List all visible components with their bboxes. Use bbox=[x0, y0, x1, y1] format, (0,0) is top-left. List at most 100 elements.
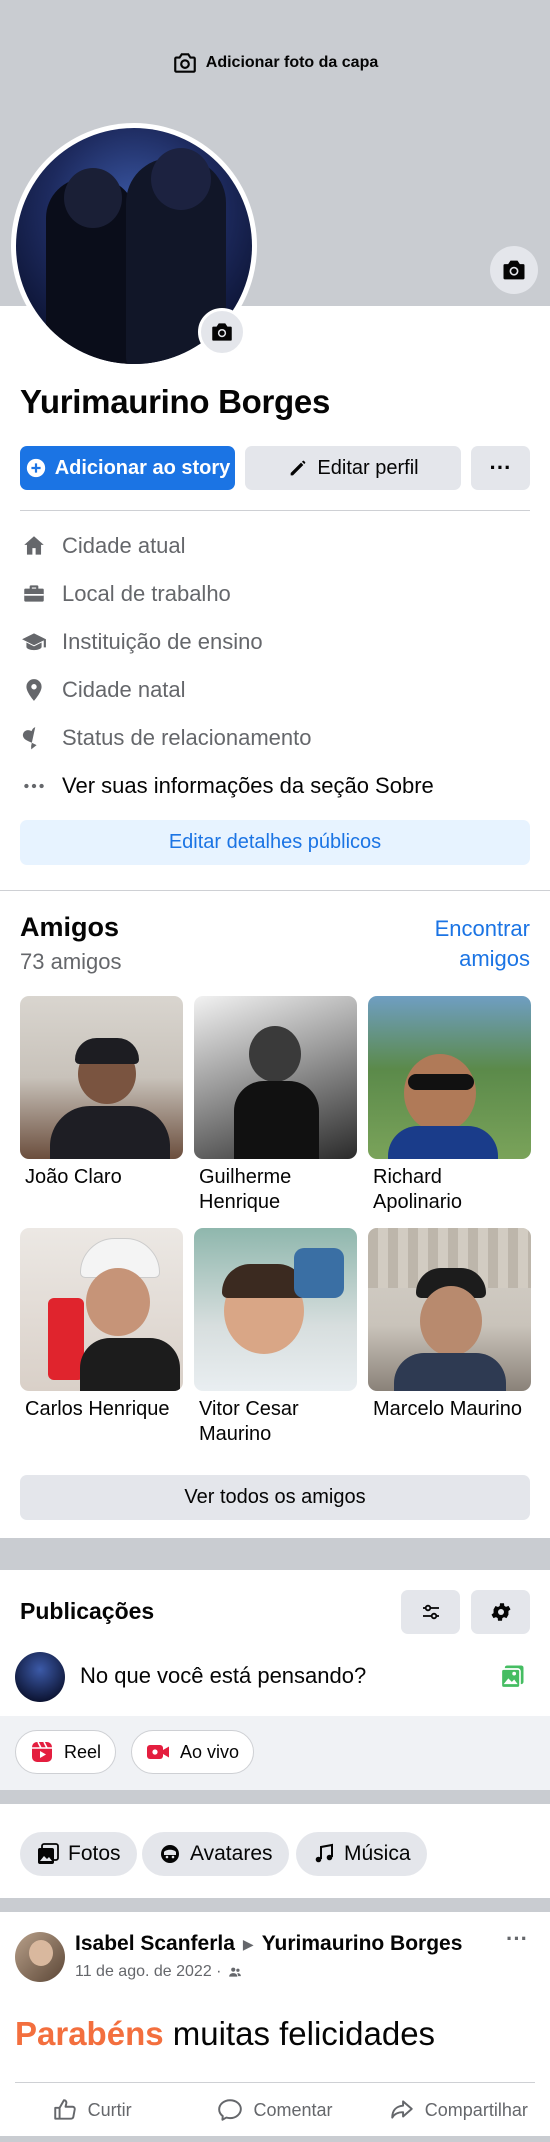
detail-hometown[interactable]: Cidade natal bbox=[20, 666, 530, 714]
comment-label: Comentar bbox=[253, 2099, 333, 2120]
share-button[interactable]: Compartilhar bbox=[367, 2090, 550, 2130]
detail-label: Cidade atual bbox=[62, 533, 186, 558]
photos-chip[interactable]: Fotos bbox=[20, 1832, 137, 1876]
home-icon bbox=[20, 532, 48, 560]
briefcase-icon bbox=[20, 580, 48, 608]
filter-button[interactable] bbox=[401, 1590, 460, 1634]
post-text-body: muitas felicidades bbox=[163, 2015, 436, 2052]
add-to-story-button[interactable]: Adicionar ao story bbox=[20, 446, 235, 490]
comment-button[interactable]: Comentar bbox=[183, 2090, 366, 2130]
section-separator bbox=[0, 1538, 550, 1570]
like-button[interactable]: Curtir bbox=[0, 2090, 183, 2130]
friend-name: Guilherme Henrique bbox=[199, 1166, 292, 1213]
post-target[interactable]: Yurimaurino Borges bbox=[262, 1932, 463, 1956]
divider bbox=[15, 2082, 535, 2083]
add-cover-photo-button[interactable]: Adicionar foto da capa bbox=[0, 50, 550, 76]
friends-count: 73 amigos bbox=[20, 949, 122, 974]
live-label: Ao vivo bbox=[180, 1741, 240, 1762]
comment-icon bbox=[218, 2099, 243, 2121]
friend-card[interactable]: Richard Apolinario bbox=[368, 996, 531, 1215]
photos-chip-label: Fotos bbox=[68, 1842, 121, 1865]
see-all-friends-label: Ver todos os amigos bbox=[184, 1486, 366, 1508]
photo-gallery-icon[interactable] bbox=[499, 1662, 527, 1690]
music-chip[interactable]: Música bbox=[296, 1832, 427, 1876]
friend-card[interactable]: Marcelo Maurino bbox=[368, 1228, 531, 1422]
edit-public-details-label: Editar detalhes públicos bbox=[168, 831, 382, 853]
graduation-cap-icon bbox=[20, 628, 48, 656]
avatars-chip[interactable]: Avatares bbox=[142, 1832, 289, 1876]
friends-audience-icon bbox=[228, 1967, 241, 1977]
avatar-face-icon bbox=[161, 1845, 179, 1863]
friend-card[interactable]: Vitor Cesar Maurino bbox=[194, 1228, 357, 1447]
profile-picture-camera-button[interactable] bbox=[198, 308, 246, 356]
post-text: Parabéns muitas felicidades bbox=[15, 2015, 435, 2053]
friend-photo bbox=[368, 1228, 531, 1391]
post-more-button[interactable]: ··· bbox=[506, 1926, 528, 1952]
detail-see-about[interactable]: Ver suas informações da seção Sobre bbox=[20, 762, 530, 810]
publications-title: Publicações bbox=[20, 1598, 155, 1624]
post-text-highlight: Parabéns bbox=[15, 2015, 164, 2052]
thumbs-up-icon bbox=[53, 2099, 76, 2120]
friend-name: Marcelo Maurino bbox=[373, 1398, 522, 1420]
detail-relationship[interactable]: Status de relacionamento bbox=[20, 714, 530, 762]
post-meta: 11 de ago. de 2022 · bbox=[75, 1963, 242, 1981]
post-author-avatar[interactable] bbox=[15, 1932, 65, 1982]
friend-card[interactable]: Guilherme Henrique bbox=[194, 996, 357, 1215]
friend-card[interactable]: João Claro bbox=[20, 996, 183, 1190]
music-chip-label: Música bbox=[344, 1842, 411, 1865]
composer-input[interactable]: No que você está pensando? bbox=[80, 1663, 366, 1689]
avatars-chip-label: Avatares bbox=[190, 1842, 273, 1865]
camera-icon bbox=[212, 323, 232, 341]
friend-photo bbox=[194, 996, 357, 1159]
profile-details-list: Cidade atual Local de trabalho Instituiç… bbox=[20, 522, 530, 810]
live-video-icon bbox=[147, 1745, 169, 1759]
post-header: Isabel Scanferla ▶ Yurimaurino Borges bbox=[75, 1932, 462, 1956]
camera-icon bbox=[503, 260, 525, 280]
see-all-friends-button[interactable]: Ver todos os amigos bbox=[20, 1475, 530, 1520]
composer-avatar[interactable] bbox=[15, 1652, 65, 1702]
settings-button[interactable] bbox=[471, 1590, 530, 1634]
divider bbox=[20, 510, 530, 511]
detail-label: Cidade natal bbox=[62, 677, 186, 702]
detail-current-city[interactable]: Cidade atual bbox=[20, 522, 530, 570]
image-icon bbox=[38, 1843, 59, 1864]
more-options-button[interactable]: ··· bbox=[471, 446, 530, 490]
friend-photo bbox=[20, 1228, 183, 1391]
section-divider bbox=[0, 890, 550, 891]
arrow-right-icon: ▶ bbox=[242, 1935, 254, 1952]
post-date[interactable]: 11 de ago. de 2022 · bbox=[75, 1963, 222, 1981]
friend-photo bbox=[194, 1228, 357, 1391]
heart-icon bbox=[20, 724, 48, 752]
music-note-icon bbox=[315, 1843, 333, 1863]
create-row: Reel Ao vivo bbox=[0, 1716, 550, 1790]
profile-name: Yurimaurino Borges bbox=[20, 383, 331, 420]
edit-public-details-button[interactable]: Editar detalhes públicos bbox=[20, 820, 530, 865]
detail-workplace[interactable]: Local de trabalho bbox=[20, 570, 530, 618]
post-author[interactable]: Isabel Scanferla bbox=[75, 1932, 235, 1956]
detail-label: Local de trabalho bbox=[62, 581, 231, 606]
edit-profile-label: Editar perfil bbox=[317, 456, 419, 479]
friend-name: Vitor Cesar Maurino bbox=[199, 1398, 299, 1445]
profile-actions: Adicionar ao story Editar perfil ··· bbox=[20, 446, 530, 490]
friend-card[interactable]: Carlos Henrique bbox=[20, 1228, 183, 1422]
section-separator bbox=[0, 1898, 550, 1912]
friend-name: João Claro bbox=[25, 1166, 122, 1188]
reel-icon bbox=[32, 1741, 52, 1762]
pencil-icon bbox=[291, 460, 306, 476]
add-cover-label: Adicionar foto da capa bbox=[205, 54, 379, 71]
gear-icon bbox=[491, 1603, 510, 1621]
friend-photo bbox=[368, 996, 531, 1159]
friend-photo bbox=[20, 996, 183, 1159]
share-label: Compartilhar bbox=[424, 2099, 528, 2120]
camera-icon bbox=[173, 53, 196, 73]
live-button[interactable]: Ao vivo bbox=[131, 1730, 255, 1774]
bottom-separator bbox=[0, 2136, 550, 2142]
reel-label: Reel bbox=[64, 1741, 102, 1762]
edit-profile-button[interactable]: Editar perfil bbox=[245, 446, 461, 490]
like-label: Curtir bbox=[87, 2099, 132, 2120]
sliders-icon bbox=[422, 1604, 439, 1620]
detail-school[interactable]: Instituição de ensino bbox=[20, 618, 530, 666]
reel-button[interactable]: Reel bbox=[15, 1730, 117, 1774]
cover-camera-button[interactable] bbox=[490, 246, 538, 294]
find-friends-link[interactable]: Encontrar amigos bbox=[390, 914, 530, 974]
